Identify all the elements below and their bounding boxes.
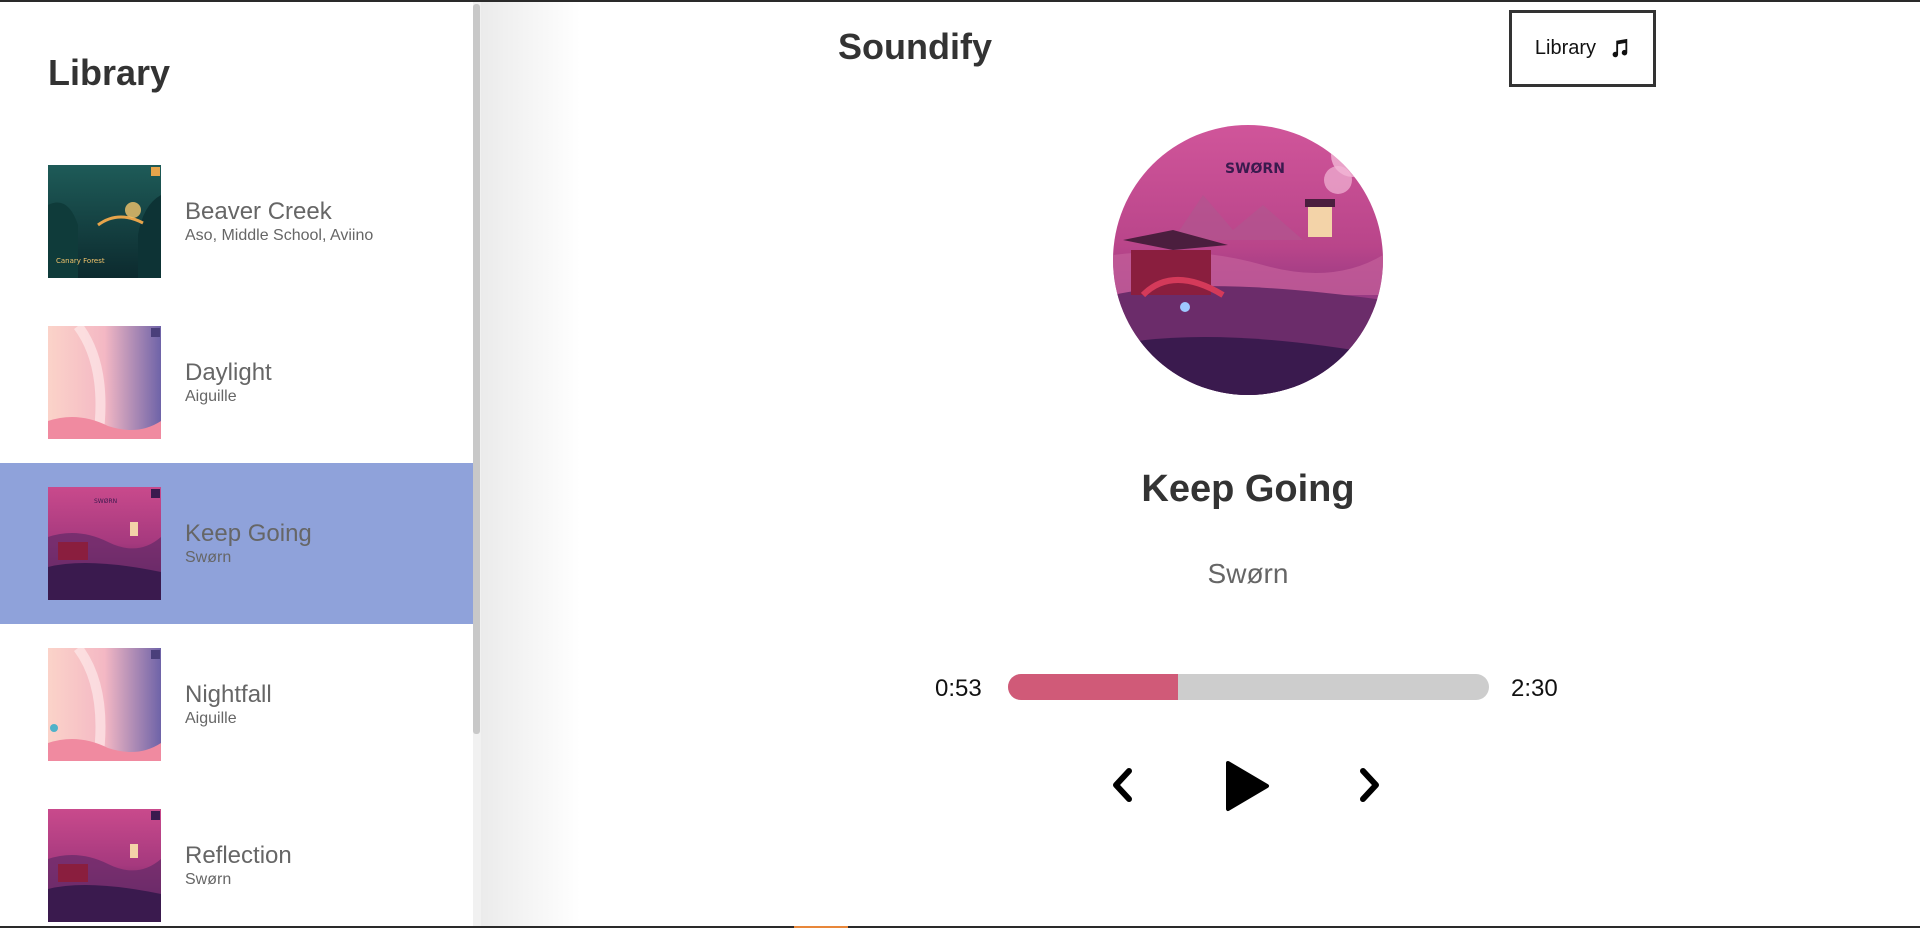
song-name: Beaver Creek bbox=[185, 197, 332, 225]
song-artist: Swørn bbox=[185, 870, 232, 888]
song-artist: Swørn bbox=[185, 548, 232, 566]
song-meta: Daylight Aiguille bbox=[185, 359, 272, 407]
album-cover bbox=[48, 648, 161, 761]
now-playing-title: Keep Going bbox=[1141, 468, 1355, 510]
app-title: Soundify bbox=[838, 26, 992, 67]
sidebar-scrollbar-thumb[interactable] bbox=[473, 4, 480, 734]
now-playing-cover: SWØRN bbox=[1113, 125, 1383, 395]
song-artist: Aso, Middle School, Aviino bbox=[185, 226, 374, 244]
now-playing-artist: Swørn bbox=[1207, 558, 1289, 589]
song-name: Keep Going bbox=[185, 519, 312, 547]
previous-track-button[interactable] bbox=[1109, 763, 1135, 807]
music-note-icon bbox=[1608, 38, 1630, 60]
song-name: Nightfall bbox=[185, 680, 272, 708]
song-meta: Beaver Creek Aso, Middle School, Aviino bbox=[185, 198, 373, 246]
song-item-daylight[interactable]: Daylight Aiguille bbox=[0, 302, 473, 463]
svg-text:SWØRN: SWØRN bbox=[1225, 161, 1285, 177]
song-artist: Aiguille bbox=[185, 387, 237, 405]
song-name: Daylight bbox=[185, 358, 272, 386]
song-meta: Nightfall Aiguille bbox=[185, 681, 272, 729]
album-cover bbox=[48, 809, 161, 922]
song-meta: Keep Going Swørn bbox=[185, 520, 312, 568]
current-time: 0:53 bbox=[935, 675, 982, 702]
play-button[interactable] bbox=[1222, 758, 1272, 814]
total-time: 2:30 bbox=[1511, 675, 1558, 702]
progress-fill bbox=[1008, 674, 1178, 700]
progress-slider[interactable] bbox=[1008, 674, 1489, 700]
song-item-nightfall[interactable]: Nightfall Aiguille bbox=[0, 624, 473, 785]
song-item-beaver-creek[interactable]: Canary Forest Beaver Creek Aso, Middle S… bbox=[0, 141, 473, 302]
library-sidebar: Library Canary Forest Beaver Creek Aso, … bbox=[0, 2, 473, 926]
song-name: Reflection bbox=[185, 841, 292, 869]
library-title: Library bbox=[48, 52, 171, 93]
album-cover: Canary Forest bbox=[48, 165, 161, 278]
sidebar-shadow bbox=[481, 2, 581, 926]
album-cover bbox=[48, 326, 161, 439]
song-meta: Reflection Swørn bbox=[185, 842, 292, 890]
song-artist: Aiguille bbox=[185, 709, 237, 727]
song-item-keep-going[interactable]: SWØRN Keep Going Swørn bbox=[0, 463, 473, 624]
next-track-button[interactable] bbox=[1350, 763, 1390, 807]
song-list: Canary Forest Beaver Creek Aso, Middle S… bbox=[0, 141, 473, 926]
svg-text:SWØRN: SWØRN bbox=[94, 498, 117, 505]
play-icon bbox=[1226, 761, 1269, 811]
library-toggle-button[interactable]: Library bbox=[1509, 10, 1656, 87]
chevron-left-icon bbox=[1113, 768, 1132, 802]
chevron-right-icon bbox=[1360, 768, 1379, 802]
album-cover: SWØRN bbox=[48, 487, 161, 600]
library-button-label: Library bbox=[1534, 37, 1597, 59]
svg-text:Canary Forest: Canary Forest bbox=[56, 257, 105, 265]
song-item-reflection[interactable]: Reflection Swørn bbox=[0, 785, 473, 926]
